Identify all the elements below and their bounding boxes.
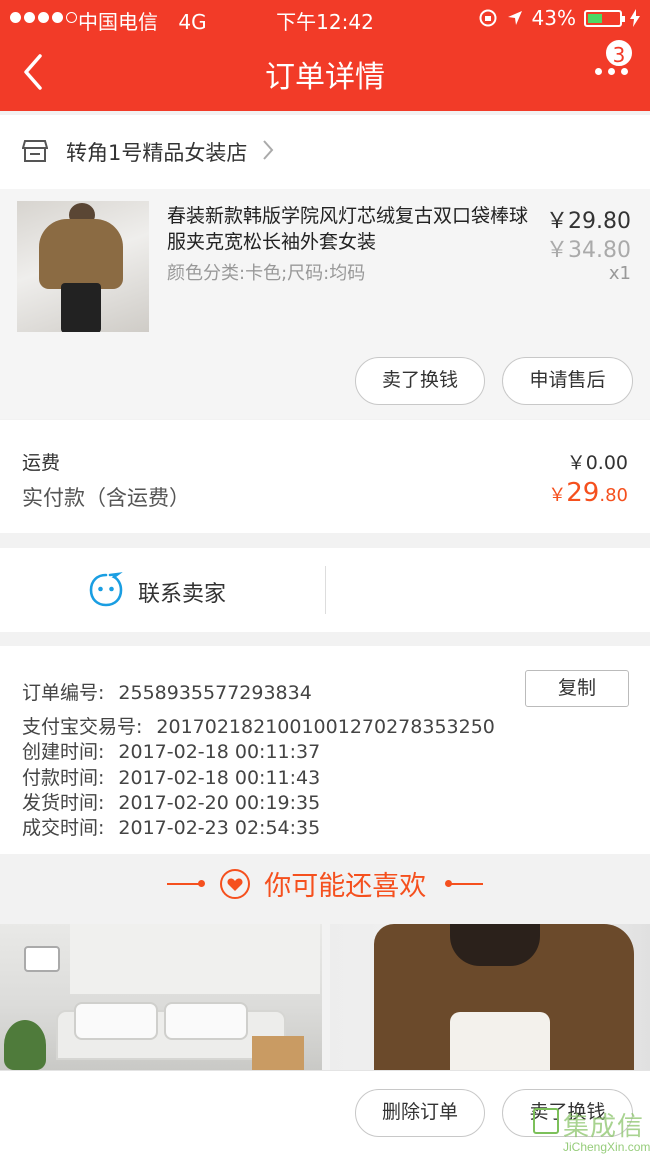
order-info: 订单编号: 2558935577293834 复制 支付宝交易号: 20170218… [0,646,650,854]
shipped-time: 2017-02-20 00:19:35 [118,792,321,814]
contact-seller-button[interactable]: 联系卖家 [138,576,226,608]
decor-line-left [167,879,206,887]
paid-integer: 29 [566,478,600,508]
copy-button[interactable]: 复制 [525,670,629,707]
paid-label: 实付款（含运费） [22,486,190,510]
alipay-label: 支付宝交易号: [22,716,143,738]
product-original-price: ￥34.80 [546,238,631,263]
store-icon [22,140,48,162]
chevron-right-icon [263,140,274,160]
resell-button[interactable]: 卖了换钱 [355,357,485,405]
battery-percent: 43% [531,6,576,30]
recommended-item-image[interactable] [330,924,650,1070]
location-arrow-icon [507,11,522,25]
recommend-title: 你可能还喜欢 [264,871,427,902]
after-sale-button[interactable]: 申请售后 [502,357,633,405]
heart-icon [219,868,250,899]
created-time: 2017-02-18 00:11:37 [118,741,321,763]
product-spec: 颜色分类:卡色;尺码:均码 [167,263,366,284]
product-quantity: x1 [608,263,631,284]
store-row[interactable]: 转角1号精品女装店 [0,115,650,189]
product-price: ￥29.80 [546,209,631,234]
order-number: 2558935577293834 [118,682,312,704]
contact-row: 联系卖家 [0,548,650,632]
created-label: 创建时间: [22,741,105,763]
product-name: 春装新款韩版学院风灯芯绒复古双口袋棒球服夹克宽松长袖外套女装 [167,205,529,253]
status-right: 43% [478,6,640,30]
more-menu-button[interactable] [595,68,628,75]
charging-bolt-icon [630,9,640,27]
paid-amount: ￥29.80 [548,478,628,508]
watermark-logo-icon [533,1108,559,1134]
shipped-row: 发货时间: 2017-02-20 00:19:35 [22,788,320,815]
decor-line-right [444,879,483,887]
paid-decimal: .80 [599,485,628,506]
page-title: 订单详情 [265,60,385,95]
closed-label: 成交时间: [22,817,105,839]
shipping-value: ￥0.00 [566,452,628,474]
created-row: 创建时间: 2017-02-18 00:11:37 [22,737,320,764]
top-bar: 中国电信 4G 下午12:42 43% 订单详情 3 [0,0,650,111]
recommended-item-image[interactable] [0,924,322,1070]
alipay-row: 支付宝交易号: 2017021821001001270278353250 [22,712,495,739]
closed-time: 2017-02-23 02:54:35 [118,817,321,839]
delete-order-button[interactable]: 删除订单 [355,1089,485,1137]
order-number-label: 订单编号: [22,682,105,704]
paid-time: 2017-02-18 00:11:43 [118,767,321,789]
store-name: 转角1号精品女装店 [66,141,248,165]
paid-time-label: 付款时间: [22,767,105,789]
product-card[interactable]: 春装新款韩版学院风灯芯绒复古双口袋棒球服夹克宽松长袖外套女装 颜色分类:卡色;尺… [0,189,650,419]
chat-icon [89,572,123,607]
closed-row: 成交时间: 2017-02-23 02:54:35 [22,813,320,840]
status-bar: 中国电信 4G 下午12:42 43% [0,0,650,36]
product-thumbnail[interactable] [17,201,149,332]
battery-icon [584,9,625,27]
alipay-number: 2017021821001001270278353250 [156,716,495,738]
paid-currency: ￥ [548,485,567,506]
notification-badge: 3 [604,38,634,68]
recommend-header: 你可能还喜欢 [0,854,650,924]
rotation-lock-icon [479,9,497,27]
fee-summary: 运费 ￥0.00 实付款（含运费） ￥29.80 [0,420,650,533]
shipped-label: 发货时间: [22,792,105,814]
order-number-row: 订单编号: 2558935577293834 [22,678,312,705]
watermark-text: 集成信 [563,1112,645,1142]
watermark-sub: JiChengXin.com [563,1140,650,1154]
divider [325,566,326,614]
paid-row: 付款时间: 2017-02-18 00:11:43 [22,763,320,790]
watermark: 集成信 JiChengXin.com [533,1106,650,1156]
shipping-label: 运费 [22,452,61,474]
